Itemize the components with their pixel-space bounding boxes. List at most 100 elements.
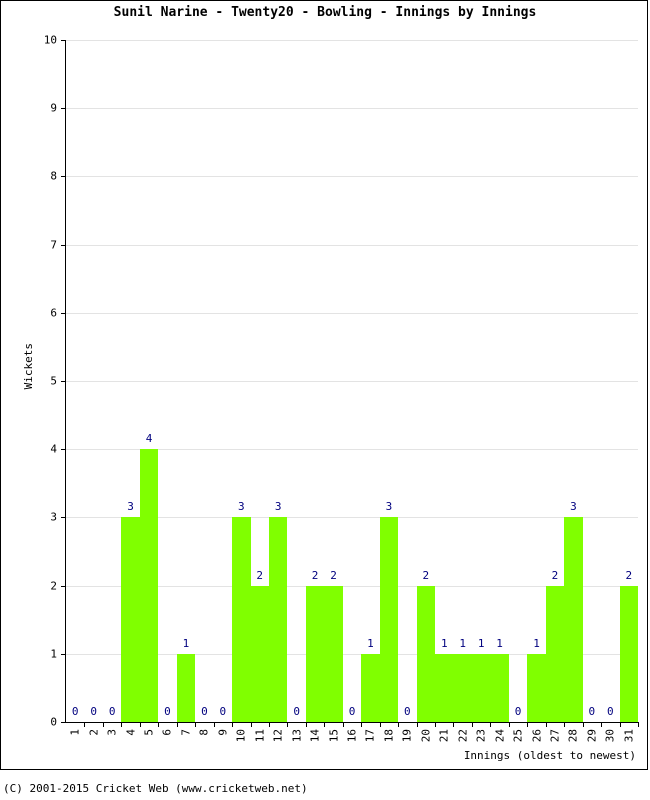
x-tick-label: 26 [530,729,544,743]
x-tick-mark [435,722,437,727]
y-tick-label: 1 [50,647,57,661]
page-title: Sunil Narine - Twenty20 - Bowling - Inni… [113,5,537,20]
bar[interactable] [250,585,269,722]
bar-value-label: 1 [182,636,190,650]
x-tick-label: 13 [290,729,304,743]
x-tick-label: 2 [87,729,101,736]
y-tick-mark [61,449,66,451]
y-tick-mark [61,722,66,723]
bar-value-label: 0 [201,705,208,718]
bar-value-label: 2 [256,568,264,582]
bar-value-label: 1 [477,636,485,650]
bar[interactable] [527,653,546,722]
bar[interactable] [324,585,343,722]
x-tick-mark [342,722,344,727]
bar-value-label: 2 [330,568,337,582]
bar[interactable] [453,653,472,722]
bar-value-label: 3 [237,500,245,514]
bar[interactable] [545,585,565,722]
x-tick-label: 3 [105,729,119,736]
bar[interactable] [435,653,454,722]
y-tick-label: 4 [50,442,57,456]
chart-frame: Sunil Narine - Twenty20 - Bowling - Inni… [0,0,648,770]
x-tick-label: 21 [437,729,451,743]
bar-value-label: 1 [440,636,448,650]
x-tick-mark [268,722,270,727]
bar[interactable] [139,449,159,722]
x-tick-label: 19 [400,729,414,743]
y-gridline [66,381,638,382]
y-tick-label: 2 [50,579,57,593]
y-tick-label: 8 [50,169,57,183]
bar[interactable] [361,653,380,722]
bar-value-label: 2 [625,568,633,582]
y-gridline [66,176,638,178]
y-gridline [66,40,638,41]
x-tick-label: 9 [216,729,230,736]
bar-value-label: 3 [385,500,393,514]
x-tick-mark [638,722,639,727]
x-tick-label: 7 [179,729,193,736]
y-tick-label: 7 [50,238,57,252]
y-tick-mark [61,108,66,110]
bar[interactable] [268,517,288,722]
y-axis-title: Wickets [22,343,35,390]
bar[interactable] [490,653,509,722]
x-tick-label: 23 [474,729,488,743]
bar-value-label: 1 [496,636,503,650]
y-tick-label: 10 [43,33,57,47]
x-tick-label: 29 [585,729,599,743]
x-tick-label: 15 [327,729,341,743]
y-tick-label: 0 [50,715,57,729]
x-tick-mark [84,722,86,727]
bar-value-label: 0 [293,705,300,718]
y-tick-mark [61,312,66,314]
bar-value-label: 0 [348,705,356,718]
x-tick-mark [232,722,234,727]
bar[interactable] [379,517,399,722]
bar-value-label: 0 [514,705,522,718]
x-tick-mark [139,722,141,727]
y-tick-mark [61,40,66,41]
x-tick-label: 10 [234,729,248,743]
x-tick-label: 8 [197,729,211,736]
bar-value-label: 2 [422,568,430,582]
bar[interactable] [471,653,491,722]
bar[interactable] [305,585,325,722]
x-tick-label: 28 [566,729,580,743]
bar[interactable] [564,517,583,722]
bar-value-label: 0 [588,705,596,718]
x-tick-label: 27 [548,729,562,743]
y-tick-label: 5 [50,374,57,388]
bar-value-label: 1 [533,636,540,650]
bar-value-label: 0 [164,705,171,718]
x-tick-mark [453,722,455,727]
x-tick-label: 24 [493,729,507,743]
x-tick-mark [582,722,584,727]
y-gridline [66,312,638,314]
y-tick-mark [61,244,66,246]
x-tick-label: 25 [511,729,525,743]
x-tick-mark [379,722,381,727]
x-tick-mark [545,722,547,727]
bar[interactable] [121,517,140,722]
x-tick-mark [398,722,400,727]
x-tick-mark [564,722,566,727]
copyright-notice: (C) 2001-2015 Cricket Web (www.cricketwe… [3,782,308,795]
bar[interactable] [619,585,638,722]
x-tick-mark [324,722,326,727]
y-tick-mark [61,176,66,178]
x-tick-mark [305,722,307,727]
x-tick-mark [416,722,418,727]
x-tick-mark [601,722,603,727]
y-tick-label: 3 [50,510,57,524]
y-gridline [66,108,638,110]
bar-value-label: 0 [90,705,97,718]
bar-value-label: 4 [145,432,153,446]
bar[interactable] [176,653,196,722]
bar[interactable] [232,517,251,722]
x-tick-label: 22 [456,729,470,743]
bar[interactable] [416,585,436,722]
x-tick-mark [195,722,197,727]
x-tick-label: 12 [271,729,285,743]
